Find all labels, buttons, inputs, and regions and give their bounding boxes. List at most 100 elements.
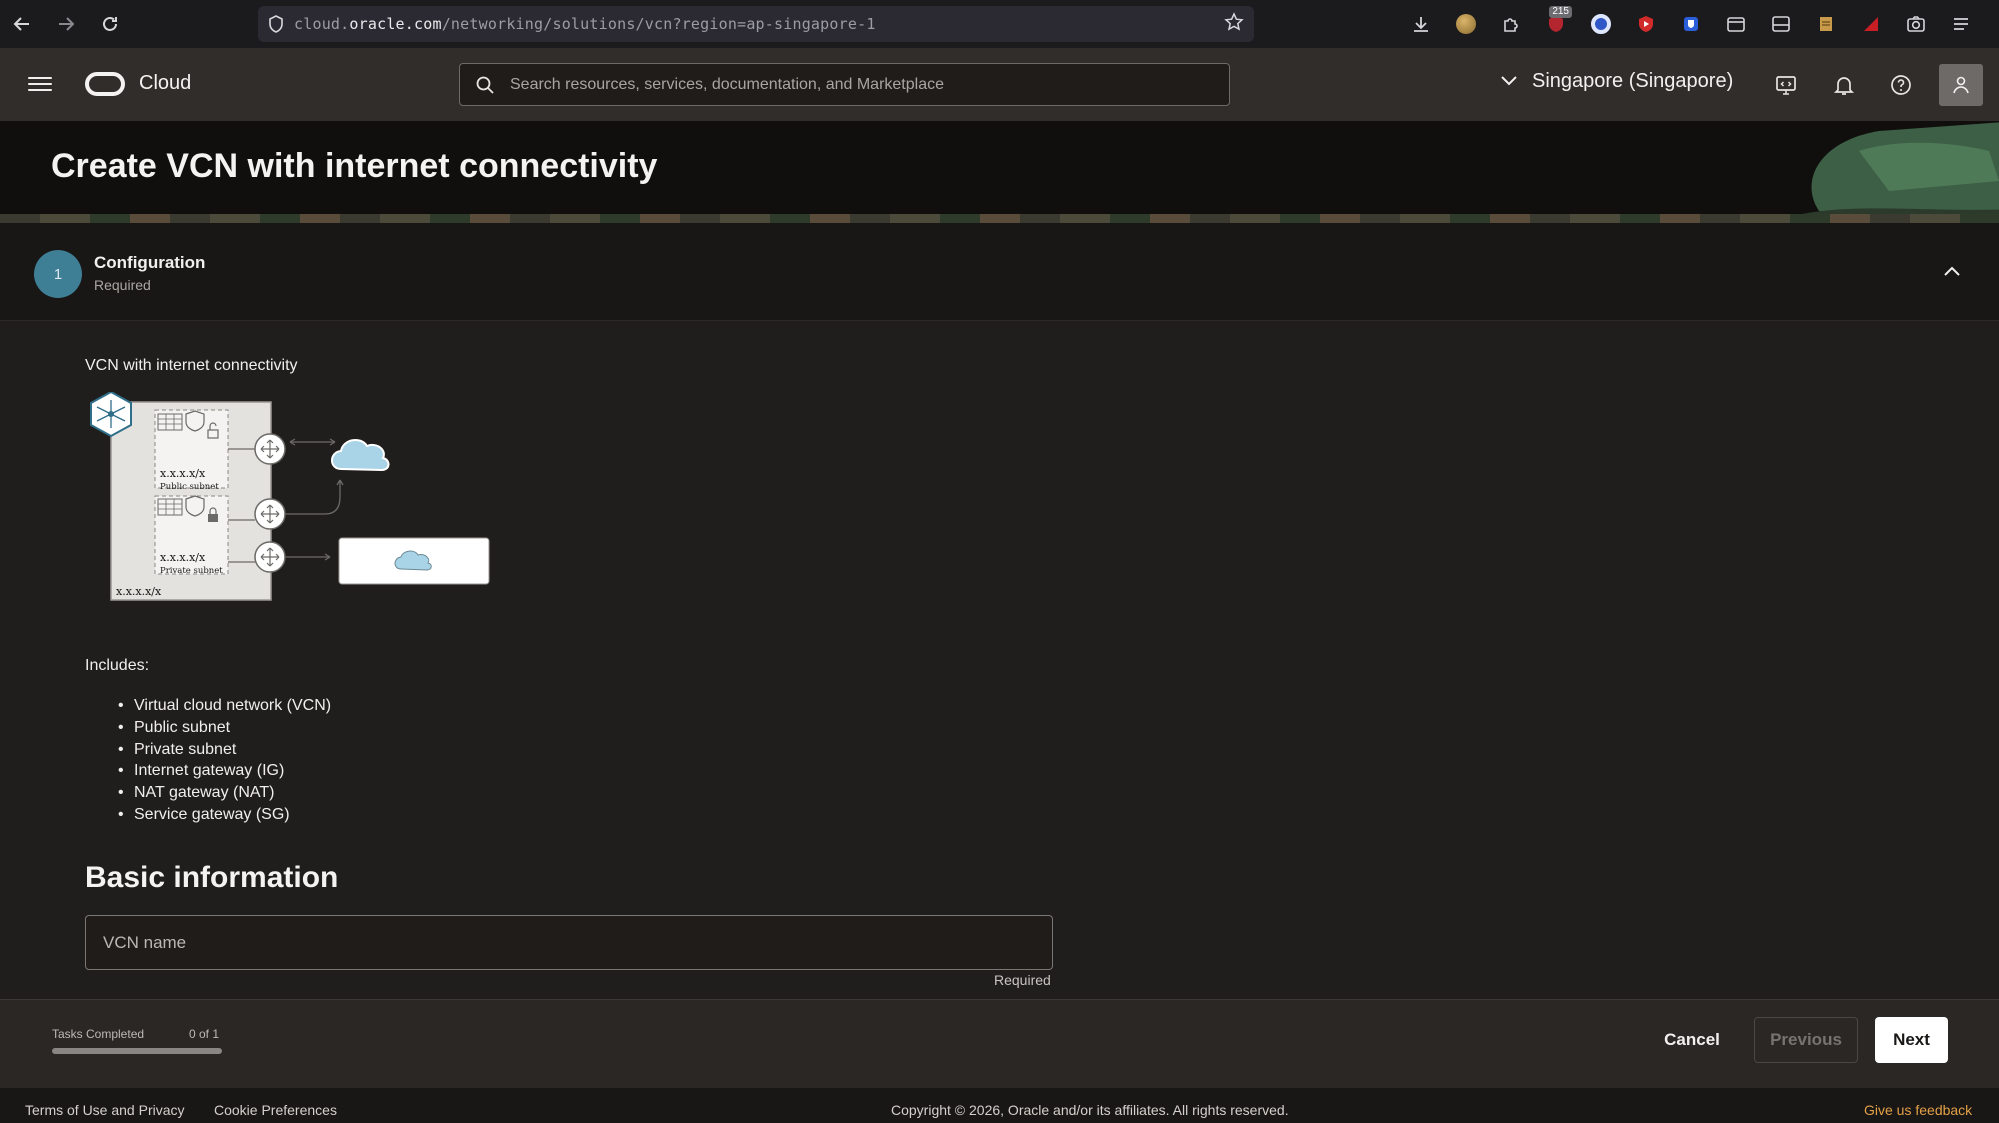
sgw-arrow — [286, 553, 331, 561]
vcn-hex-icon — [90, 392, 132, 438]
internet-gateway-icon — [254, 433, 286, 465]
extension-notes[interactable] — [1803, 0, 1848, 48]
step-title: Configuration — [94, 253, 206, 272]
extension-cookie[interactable] — [1443, 0, 1488, 48]
search-bar[interactable]: Search resources, services, documentatio… — [459, 63, 1230, 106]
help-button[interactable] — [1886, 70, 1916, 100]
collapse-button[interactable] — [1940, 259, 1964, 283]
previous-button[interactable]: Previous — [1754, 1017, 1858, 1063]
url-prefix: cloud. — [294, 15, 350, 33]
download-icon — [1413, 17, 1428, 32]
arrow-left-icon — [13, 17, 29, 31]
logo-text[interactable]: Cloud — [139, 72, 191, 95]
app-menu-button[interactable] — [1938, 0, 1983, 48]
nat-gateway-icon — [254, 498, 286, 530]
url-text: cloud.oracle.com/networking/solutions/vc… — [294, 15, 876, 33]
list-item: Private subnet — [118, 739, 331, 761]
browser-toolbar: cloud.oracle.com/networking/solutions/vc… — [0, 0, 1999, 48]
includes-label: Includes: — [85, 657, 150, 674]
decorative-foliage-art — [1789, 122, 1999, 221]
shield-icon — [258, 15, 294, 33]
search-placeholder: Search resources, services, documentatio… — [510, 75, 944, 93]
console-header: Cloud Search resources, services, docume… — [0, 48, 1999, 121]
user-profile-button[interactable] — [1939, 64, 1983, 106]
back-button[interactable] — [0, 0, 44, 48]
extension-pdf[interactable] — [1848, 0, 1893, 48]
region-label: Singapore (Singapore) — [1532, 70, 1734, 92]
developer-tools-button[interactable] — [1771, 70, 1801, 100]
configuration-panel: VCN with internet connectivity x.x.x.x/x… — [0, 321, 1999, 999]
list-item: Public subnet — [118, 717, 331, 739]
user-icon — [1953, 76, 1969, 94]
extension-toolbar: 215 — [1398, 0, 1983, 48]
help-circle-icon — [1891, 75, 1911, 95]
forward-button[interactable] — [44, 0, 88, 48]
oracle-logo[interactable] — [85, 72, 125, 96]
page-footer: Terms of Use and Privacy Cookie Preferen… — [0, 1088, 1999, 1123]
required-note: Required — [994, 972, 1051, 988]
downloads-button[interactable] — [1398, 0, 1443, 48]
password-manager-icon — [1683, 17, 1698, 31]
extension-circle[interactable] — [1578, 0, 1623, 48]
reload-button[interactable] — [88, 0, 132, 48]
extension-ublock[interactable]: 215 — [1533, 0, 1578, 48]
cookie-preferences-link[interactable]: Cookie Preferences — [214, 1102, 337, 1118]
chevron-down-icon — [1500, 74, 1518, 90]
extension-container[interactable] — [1713, 0, 1758, 48]
puzzle-icon — [1503, 18, 1518, 32]
public-subnet-label: Public subnet — [160, 482, 219, 492]
navigation-menu-button[interactable] — [28, 73, 52, 95]
list-item: NAT gateway (NAT) — [118, 782, 331, 804]
igw-arrow — [289, 438, 336, 446]
arrow-right-icon — [59, 17, 75, 31]
sidebar-icon — [1771, 16, 1790, 32]
list-item: Service gateway (SG) — [118, 804, 331, 826]
extension-bitwarden[interactable] — [1668, 0, 1713, 48]
vcn-name-input[interactable] — [86, 916, 1052, 969]
tasks-completed-count: 0 of 1 — [189, 1027, 220, 1041]
vcn-name-field-wrapper — [85, 915, 1053, 970]
circle-extension-icon — [1590, 14, 1611, 34]
nat-arrow — [286, 479, 344, 515]
cancel-button[interactable]: Cancel — [1650, 1017, 1734, 1063]
tasks-progress-bar — [52, 1048, 222, 1054]
terms-link[interactable]: Terms of Use and Privacy — [25, 1102, 185, 1118]
internet-cloud-icon — [331, 439, 390, 472]
feedback-link[interactable]: Give us feedback — [1864, 1102, 1972, 1118]
camera-icon — [1906, 16, 1925, 32]
diagram-label: VCN with internet connectivity — [85, 357, 298, 374]
chevron-up-icon — [1944, 266, 1960, 276]
cookie-icon — [1455, 14, 1476, 34]
private-subnet-label: Private subnet — [160, 566, 223, 576]
wizard-action-bar: Tasks Completed 0 of 1 Cancel Previous N… — [0, 999, 1999, 1088]
decorative-strip — [0, 214, 1999, 223]
extension-sidebar[interactable] — [1758, 0, 1803, 48]
step-configuration-header[interactable]: 1 Configuration Required — [0, 223, 1999, 321]
public-subnet-cidr: x.x.x.x/x — [160, 467, 206, 480]
extensions-button[interactable] — [1488, 0, 1533, 48]
vcn-architecture-diagram: x.x.x.x/x Public subnet x.x.x.x/x Privat… — [90, 392, 490, 601]
private-subnet-cidr: x.x.x.x/x — [160, 551, 206, 564]
extension-video[interactable] — [1623, 0, 1668, 48]
region-selector[interactable]: Singapore (Singapore) — [1500, 70, 1733, 93]
address-bar[interactable]: cloud.oracle.com/networking/solutions/vc… — [258, 6, 1254, 42]
step-required-label: Required — [94, 277, 151, 293]
reload-icon — [103, 16, 117, 31]
monitor-code-icon — [1776, 76, 1796, 95]
url-host: oracle.com — [349, 15, 442, 33]
tasks-completed-label: Tasks Completed — [52, 1027, 145, 1041]
page-title-banner: Create VCN with internet connectivity — [0, 121, 1999, 223]
url-path: /networking/solutions/vcn?region=ap-sing… — [441, 15, 876, 33]
notifications-button[interactable] — [1829, 70, 1859, 100]
screenshot-button[interactable] — [1893, 0, 1938, 48]
list-item: Internet gateway (IG) — [118, 760, 331, 782]
red-triangle-icon — [1863, 17, 1878, 31]
bookmark-star-icon[interactable] — [1224, 12, 1244, 38]
step-number-badge: 1 — [34, 250, 82, 298]
basic-information-heading: Basic information — [85, 861, 339, 894]
next-button[interactable]: Next — [1875, 1017, 1948, 1063]
copyright-text: Copyright © 2026, Oracle and/or its affi… — [891, 1102, 1289, 1118]
list-item: Virtual cloud network (VCN) — [118, 695, 331, 717]
container-icon — [1726, 17, 1745, 32]
service-gateway-icon — [254, 541, 286, 573]
